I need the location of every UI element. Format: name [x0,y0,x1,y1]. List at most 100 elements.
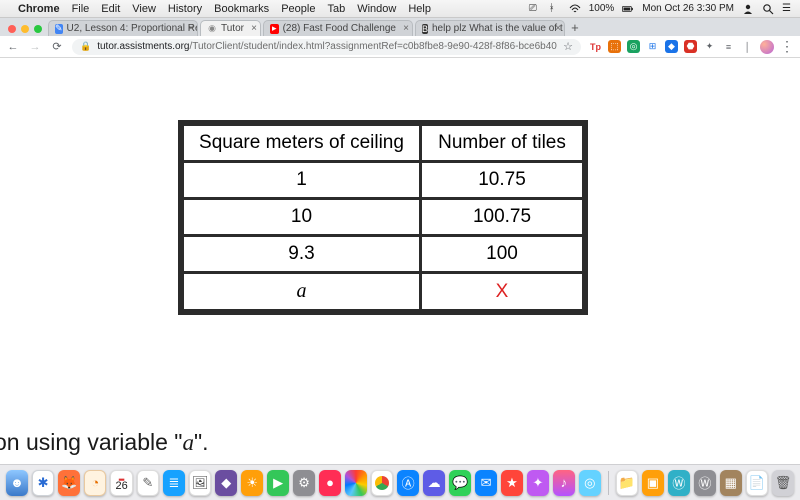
chrome-toolbar: ← → ⟳ 🔒 tutor.assistments.org/TutorClien… [0,36,800,58]
menu-history[interactable]: History [168,3,202,15]
dock-app-icon[interactable]: ★ [501,470,523,496]
cell-area: 9.3 [184,237,419,271]
nav-forward-button[interactable]: → [28,41,42,53]
chrome-tabstrip: ✎ U2, Lesson 4: Proportional Re × ◉ Tuto… [0,18,800,36]
text: on using variable " [0,429,182,455]
table-row: a X [184,274,582,309]
dock-app-icon[interactable]: ≣ [163,470,185,496]
chrome-menu-button[interactable]: ⋮ [780,38,794,55]
dock-app-icon[interactable]: ◆ [215,470,237,496]
dock-app-icon[interactable]: ◎ [579,470,601,496]
nav-back-button[interactable]: ← [6,41,20,53]
tab-close-button[interactable]: × [251,23,257,34]
menu-people[interactable]: People [281,3,315,15]
ext-icon[interactable]: ⬚ [608,40,621,53]
variable: a [182,430,194,455]
cell-tiles-unknown: X [422,274,582,309]
dock-settings-icon[interactable]: ⚙ [293,470,315,496]
dock-music-icon[interactable]: ♪ [553,470,575,496]
cell-tiles: 100 [422,237,582,271]
menu-edit[interactable]: Edit [101,3,120,15]
tab-label: help plz What is the value of t [432,23,563,34]
menu-tab[interactable]: Tab [327,3,345,15]
tab-label: U2, Lesson 4: Proportional Re [67,23,198,34]
address-bar[interactable]: 🔒 tutor.assistments.org/TutorClient/stud… [72,39,581,55]
dock-photos-icon[interactable] [345,470,367,496]
dock-app-icon[interactable]: ☀ [241,470,263,496]
favicon-globe-icon: ◉ [207,24,217,34]
tab-close-button[interactable]: × [555,23,561,34]
dock-trash-icon[interactable]: 🗑 [772,470,794,496]
text: ". [194,429,209,455]
url-text: tutor.assistments.org/TutorClient/studen… [97,41,557,52]
question-text-fragment: on using variable "a". [0,429,209,456]
window-zoom-button[interactable] [34,25,42,33]
dock-app-icon[interactable]: ✦ [527,470,549,496]
new-tab-button[interactable]: + [567,20,583,36]
dock-firefox-icon[interactable]: 🦊 [58,470,80,496]
window-close-button[interactable] [8,25,16,33]
menu-file[interactable]: File [72,3,90,15]
dock-appstore-icon[interactable]: Ⓐ [397,470,419,496]
dock-app-icon[interactable]: ▶ [267,470,289,496]
spotlight-icon[interactable] [762,3,774,15]
cast-icon[interactable]: ⎚ [529,3,541,15]
browser-tab-2[interactable]: ▸ (28) Fast Food Challenge × [263,20,413,36]
menu-help[interactable]: Help [408,3,431,15]
cell-area: 10 [184,200,419,234]
profile-avatar[interactable] [760,40,774,54]
dock-app-icon[interactable]: ▦ [720,470,742,496]
dock-folder-icon[interactable]: 📁 [616,470,638,496]
tiles-table: Square meters of ceiling Number of tiles… [178,120,588,315]
menubar-clock[interactable]: Mon Oct 26 3:30 PM [642,3,734,14]
dock-chrome-icon[interactable] [371,470,393,496]
browser-tab-0[interactable]: ✎ U2, Lesson 4: Proportional Re × [48,20,198,36]
window-minimize-button[interactable] [21,25,29,33]
dock-app-icon[interactable]: ▣ [642,470,664,496]
dock-finder-icon[interactable]: ☻ [6,470,28,496]
wifi-icon[interactable] [569,3,581,15]
dock-safari-icon[interactable]: ✱ [32,470,54,496]
dock-app-icon[interactable]: ☁ [423,470,445,496]
browser-tab-1[interactable]: ◉ Tutor × [200,20,261,36]
menu-bookmarks[interactable]: Bookmarks [214,3,269,15]
favicon-doc-icon: ✎ [55,24,63,34]
dock-preview-icon[interactable]: 🖼 [189,470,211,496]
bookmark-star-icon[interactable]: ☆ [563,40,573,53]
tab-close-button[interactable]: × [188,23,194,34]
menu-window[interactable]: Window [357,3,396,15]
dock-calendar-icon[interactable]: ▂26 [110,470,132,496]
macos-menubar: Chrome File Edit View History Bookmarks … [0,0,800,18]
dock-doc-icon[interactable]: 📄 [746,470,768,496]
dock-notes-icon[interactable]: ✎ [137,470,159,496]
ext-icon[interactable]: ⊞ [646,40,659,53]
menu-app[interactable]: Chrome [18,3,60,15]
ext-icon[interactable]: ◎ [627,40,640,53]
dock-app-icon[interactable]: ● [319,470,341,496]
browser-tab-3[interactable]: B help plz What is the value of t × [415,20,565,36]
dock-app-icon[interactable]: ◔ [84,470,106,496]
battery-icon[interactable] [622,3,634,15]
user-icon[interactable] [742,3,754,15]
battery-pct: 100% [589,3,615,14]
dock-messages-icon[interactable]: 💬 [449,470,471,496]
dock-app-icon[interactable]: ✉ [475,470,497,496]
tab-close-button[interactable]: × [403,23,409,34]
dock-app-icon[interactable]: Ⓦ [668,470,690,496]
control-center-icon[interactable]: ☰ [782,3,794,15]
ext-icon[interactable]: ≡ [722,40,735,53]
ext-icon[interactable]: ⬣ [684,40,697,53]
extensions-tray: Tp ⬚ ◎ ⊞ ◆ ⬣ ✦ ≡ │ ⋮ [589,38,794,55]
ext-icon[interactable]: ◆ [665,40,678,53]
window-controls [4,25,48,36]
ext-icon[interactable]: ✦ [703,40,716,53]
table-row: 1 10.75 [184,163,582,197]
dock-app-icon[interactable]: Ⓦ [694,470,716,496]
ext-icon[interactable]: Tp [589,40,602,53]
menu-view[interactable]: View [132,3,156,15]
ext-icon[interactable]: │ [741,40,754,53]
bluetooth-icon[interactable]: ᚼ [549,3,561,15]
cell-tiles: 100.75 [422,200,582,234]
url-host: tutor.assistments.org [97,41,189,52]
nav-reload-button[interactable]: ⟳ [50,40,64,53]
